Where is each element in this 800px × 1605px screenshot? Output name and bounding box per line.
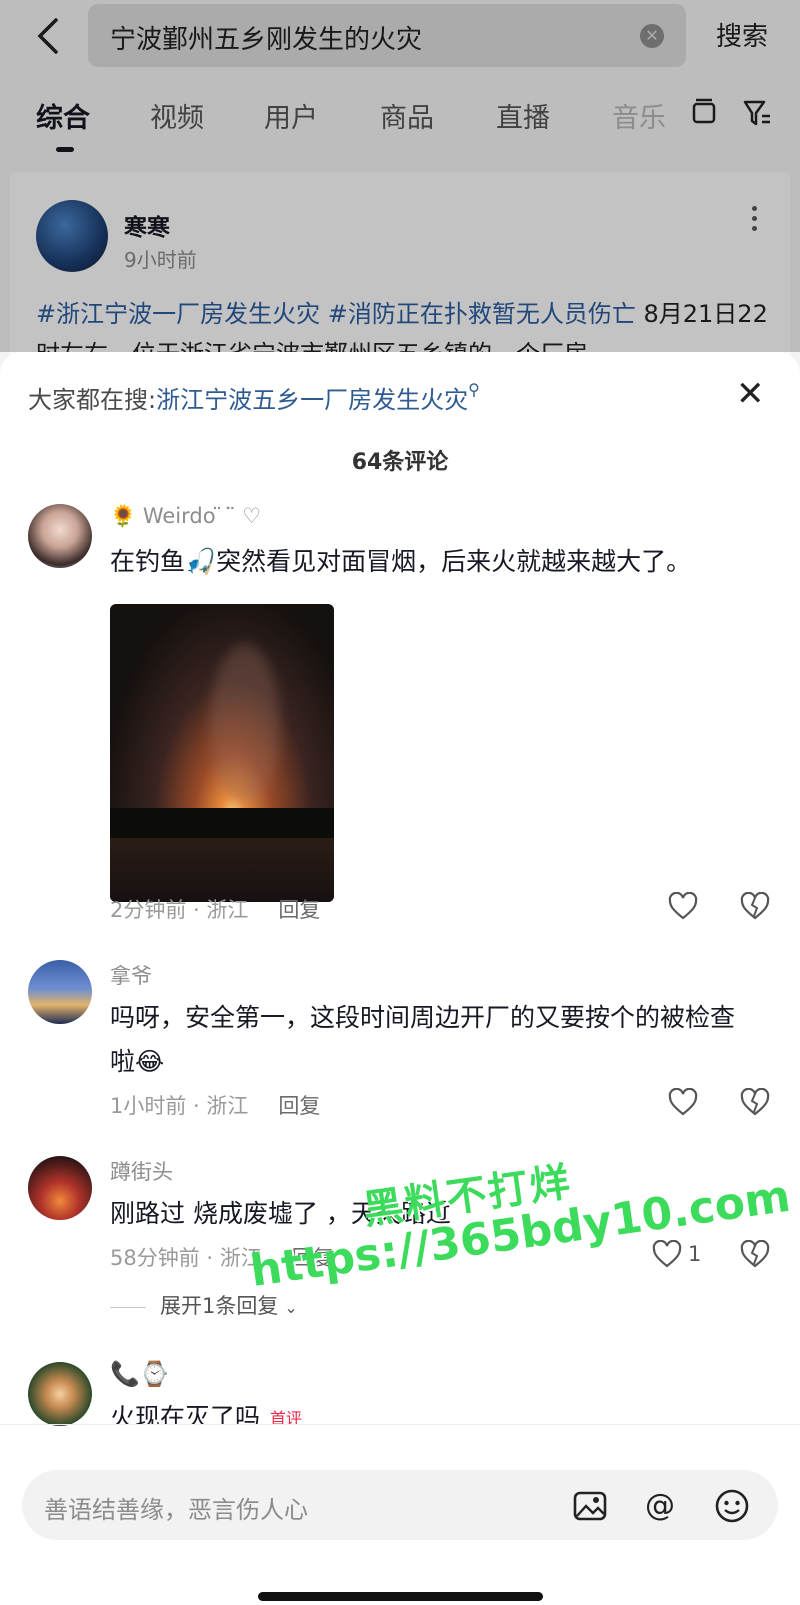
comment-user[interactable]: 蹲街头 (110, 1156, 173, 1186)
comment-placeholder: 善语结善缘，恶言伤人心 (44, 1496, 308, 1524)
expand-label[interactable]: 展开1条回复 (160, 1294, 278, 1318)
home-indicator[interactable] (258, 1592, 543, 1601)
water-shape (110, 838, 334, 902)
comment-input[interactable]: 善语结善缘，恶言伤人心 @ (22, 1470, 778, 1540)
comment-time: 1小时前 · 浙江 (110, 1094, 249, 1118)
comment-time: 2分钟前 · 浙江 (110, 898, 249, 922)
image-icon[interactable] (572, 1488, 608, 1524)
comment-text[interactable]: 吗呀，安全第一，这段时间周边开厂的又要按个的被检查啦😂 (110, 996, 750, 1084)
like-icon[interactable] (668, 1088, 698, 1116)
comment-body: 火现在灭了吗 (110, 1403, 261, 1424)
avatar[interactable] (28, 1156, 92, 1220)
reply-button[interactable]: 回复 (278, 1094, 320, 1118)
hint-prefix: 大家都在搜: (28, 386, 157, 414)
smoke-shape (210, 644, 280, 804)
like-icon[interactable] (652, 1240, 682, 1268)
reply-button[interactable]: 回复 (278, 898, 320, 922)
divider (110, 1306, 146, 1308)
like-icon[interactable] (668, 892, 698, 920)
avatar[interactable] (28, 504, 92, 568)
comment-text[interactable]: 火现在灭了吗 首评 (110, 1396, 770, 1424)
comment-count: 64条评论 (351, 450, 449, 475)
chevron-down-icon[interactable]: ⌄ (284, 1298, 297, 1317)
dislike-icon[interactable] (740, 892, 770, 920)
comment-meta: 1小时前 · 浙江 回复 (110, 1090, 320, 1120)
comment-time: 58分钟前 · 浙江 (110, 1246, 262, 1270)
comment-sheet: 大家都在搜:浙江宁波五乡一厂房发生火灾⚲ ✕ 64条评论 🌻 Weirdo ̈ … (0, 352, 800, 1605)
like-count: 1 (688, 1242, 702, 1266)
mention-icon[interactable]: @ (642, 1488, 678, 1524)
comment-text[interactable]: 在钓鱼🎣突然看见对面冒烟，后来火就越来越大了。 (110, 540, 770, 584)
avatar[interactable] (28, 960, 92, 1024)
close-icon[interactable]: ✕ (736, 374, 765, 414)
comment-photo[interactable] (110, 604, 334, 902)
shore-shape (110, 808, 334, 838)
comment-user[interactable]: 拿爷 (110, 960, 152, 990)
dislike-icon[interactable] (740, 1088, 770, 1116)
comment-user[interactable]: 📞⌚ (110, 1360, 170, 1388)
search-icon[interactable]: ⚲ (468, 380, 480, 399)
comment-user[interactable]: 🌻 Weirdo ̈ ͘ ̈ ♡ (110, 504, 261, 529)
avatar[interactable] (28, 1362, 92, 1426)
divider (0, 1424, 800, 1425)
emoji-icon[interactable] (714, 1488, 750, 1524)
comment-meta: 2分钟前 · 浙江 回复 (110, 894, 320, 924)
first-comment-badge: 首评 (270, 1409, 303, 1424)
hint-link[interactable]: 浙江宁波五乡一厂房发生火灾 (156, 386, 468, 414)
trending-hint: 大家都在搜:浙江宁波五乡一厂房发生火灾⚲ (28, 380, 480, 415)
dim-overlay[interactable] (0, 0, 800, 352)
dislike-icon[interactable] (740, 1240, 770, 1268)
